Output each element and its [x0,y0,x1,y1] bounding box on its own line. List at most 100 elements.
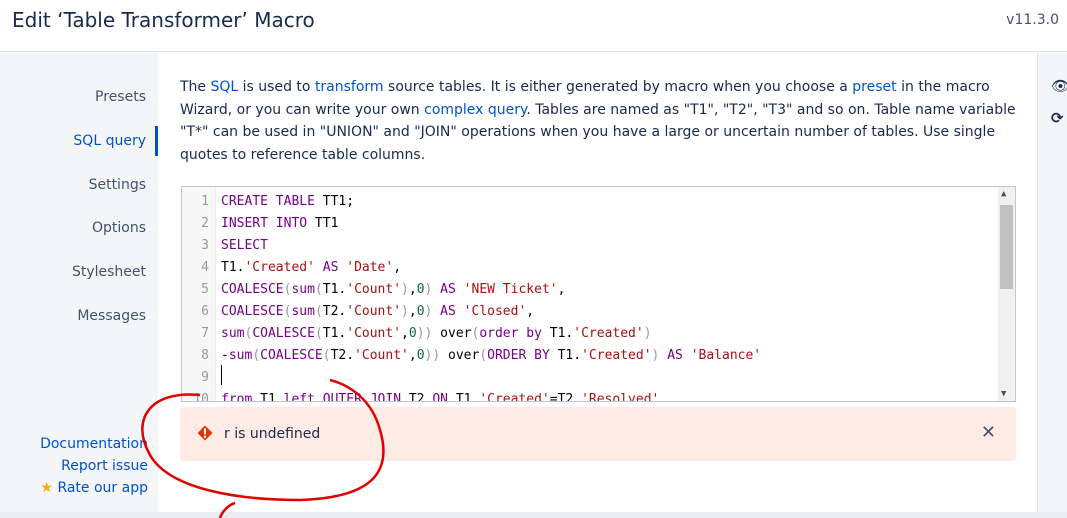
refresh-icon[interactable]: ⟳ [1051,109,1064,127]
code-token: ORDER BY [487,348,558,363]
code-token: 'NEW Ticket' [463,282,558,297]
documentation-link[interactable]: Documentation [40,433,148,455]
code-token: , [526,304,535,319]
code-line[interactable]: 6 COALESCE(sum(T2.'Count'),0) AS 'Closed'… [182,301,1015,323]
code-token: 'Count' [346,282,402,297]
transform-link[interactable]: transform [315,79,384,95]
code-token: - [221,348,229,363]
code-token: 'Balance' [690,348,762,363]
code-line[interactable]: 1 CREATE TABLE TT1; [182,191,1015,213]
code-text: SELECT [221,235,268,257]
code-text: sum(COALESCE(T1.'Count',0)) over(order b… [221,323,652,345]
code-line[interactable]: 7 sum(COALESCE(T1.'Count',0)) over(order … [182,323,1015,345]
code-token: , [408,348,417,363]
rate-app-label: Rate our app [57,480,148,496]
code-token: 'Closed' [463,304,527,319]
rate-app-link[interactable]: ★ Rate our app [40,477,148,499]
code-text: INSERT INTO TT1 [221,213,338,235]
code-token: AS [314,260,347,275]
code-line[interactable]: 9 [182,367,1015,389]
code-token: ) [643,326,652,341]
code-token: 0 [416,348,425,363]
version-label: v11.3.0 [1006,12,1059,28]
line-number: 8 [201,348,209,363]
editor-scrollbar[interactable]: ▲ ▼ [998,187,1015,401]
sidebar-item-messages[interactable]: Messages [77,308,146,324]
line-number: 1 [201,194,209,209]
code-text: COALESCE(sum(T1.'Count'),0) AS 'NEW Tick… [221,279,565,301]
scroll-down-arrow-icon[interactable]: ▼ [1001,389,1006,399]
code-token: T1. [549,326,574,341]
code-line[interactable]: 8 -sum(COALESCE(T2.'Count',0)) over(ORDER… [182,345,1015,367]
sql-editor[interactable]: 1 CREATE TABLE TT1; 2 INSERT INTO TT1 3 SELEC… [181,186,1016,402]
code-token: 'Created' [479,392,550,402]
code-token: 'Created' [573,326,644,341]
line-number: 7 [201,326,209,341]
scrollbar-thumb[interactable] [1000,205,1013,289]
complex-query-link[interactable]: complex query [424,102,526,118]
code-token: TT1; [322,194,355,209]
code-token: sum [291,282,315,297]
code-token: 0 [416,304,425,319]
code-token: T2. [330,348,355,363]
code-token: , [557,282,566,297]
report-issue-link[interactable]: Report issue [40,455,148,477]
scroll-up-arrow-icon[interactable]: ▲ [1001,189,1006,199]
code-text: -sum(COALESCE(T2.'Count',0)) over(ORDER … [221,345,761,367]
code-line[interactable]: 5 COALESCE(sum(T1.'Count'),0) AS 'NEW Tic… [182,279,1015,301]
bottom-bar [0,512,1067,518]
preset-link[interactable]: preset [852,79,896,95]
sidebar-item-stylesheet[interactable]: Stylesheet [72,264,146,280]
code-token: AS [432,304,464,319]
code-line[interactable]: 10 from T1 left OUTER JOIN T2 ON T1.'Crea… [182,389,1015,402]
code-token: left OUTER JOIN [283,392,409,402]
code-token: T2. [322,304,347,319]
sidebar-item-settings[interactable]: Settings [89,177,146,193]
help-links: Documentation Report issue ★ Rate our ap… [40,433,148,499]
code-token: =T2. [549,392,582,402]
sidebar-item-presets[interactable]: Presets [95,89,146,105]
line-number: 10 [193,392,209,402]
code-token: , [393,260,402,275]
code-token: 'Created' [244,260,315,275]
eye-icon[interactable]: 👁 [1051,77,1067,95]
code-text: from T1 left OUTER JOIN T2 ON T1.'Create… [221,389,660,402]
code-token: 'Created' [581,348,652,363]
code-token: )) [424,348,441,363]
close-icon[interactable]: ✕ [981,422,996,443]
code-token: T1. [322,326,347,341]
code-token: 0 [408,326,417,341]
sidebar-item-sql-query[interactable]: SQL query [73,133,146,149]
code-token: 0 [416,282,425,297]
code-token: 'Resolved' [581,392,660,402]
code-token: COALESCE [260,348,323,363]
code-line[interactable]: 3 SELECT [182,235,1015,257]
code-token: )) [416,326,433,341]
dialog-title: Edit ‘Table Transformer’ Macro [12,8,315,32]
code-token: ( [314,282,323,297]
code-line[interactable]: 4 T1.'Created' AS 'Date', [182,257,1015,279]
code-token: 'Date' [346,260,394,275]
code-token: 'Count' [354,348,409,363]
line-number: 5 [201,282,209,297]
code-token: COALESCE [221,304,284,319]
code-token: COALESCE [221,282,284,297]
sidebar: Presets SQL query Settings Options Style… [0,53,158,512]
code-token: AS [659,348,691,363]
sql-description: The SQL is used to transform source tabl… [180,76,1016,166]
code-token: 'Count' [346,304,402,319]
code-text: T1.'Created' AS 'Date', [221,257,401,279]
code-token: , [408,304,417,319]
desc-text: is used to [238,79,315,95]
code-token: ( [252,348,261,363]
code-token: ) [401,304,409,319]
code-token: CREATE TABLE [221,194,323,209]
code-line[interactable]: 2 INSERT INTO TT1 [182,213,1015,235]
sql-link[interactable]: SQL [211,79,239,95]
code-token: sum [221,326,245,341]
error-banner: r is undefined ✕ [180,407,1016,461]
line-number: 3 [201,238,209,253]
sidebar-item-options[interactable]: Options [92,220,146,236]
code-token: ( [314,326,323,341]
code-token: ON [432,392,456,402]
